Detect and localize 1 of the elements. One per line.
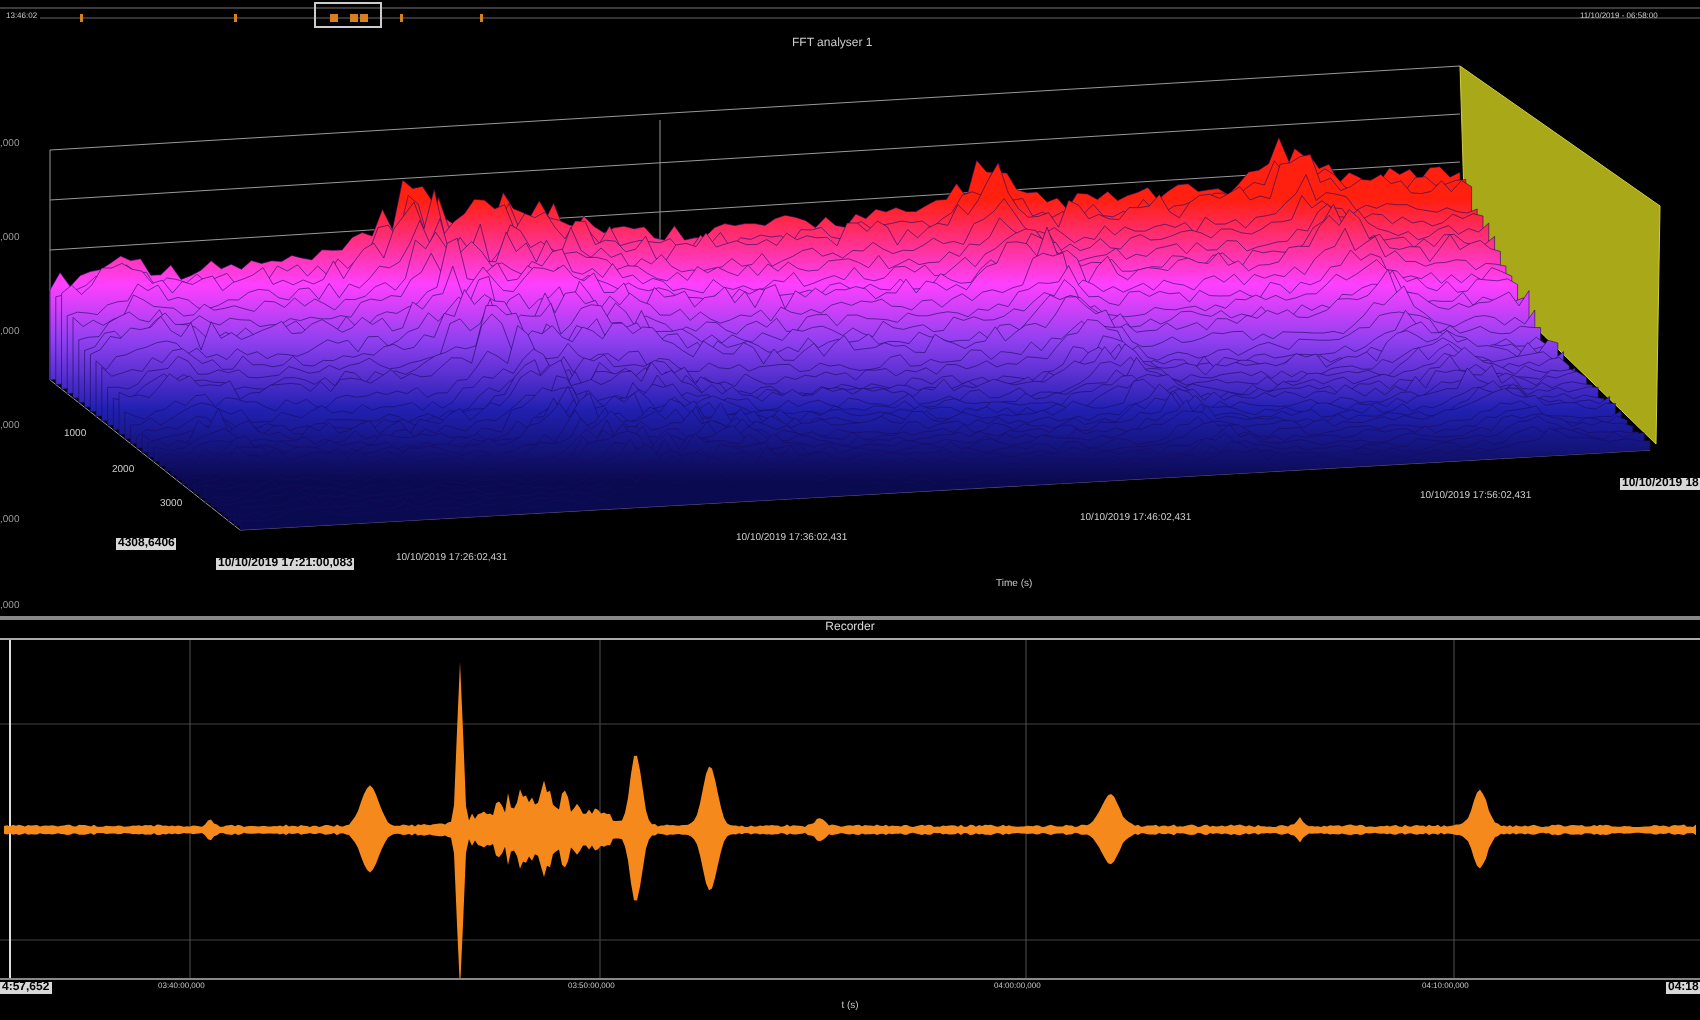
selection-window[interactable] [314, 2, 382, 28]
